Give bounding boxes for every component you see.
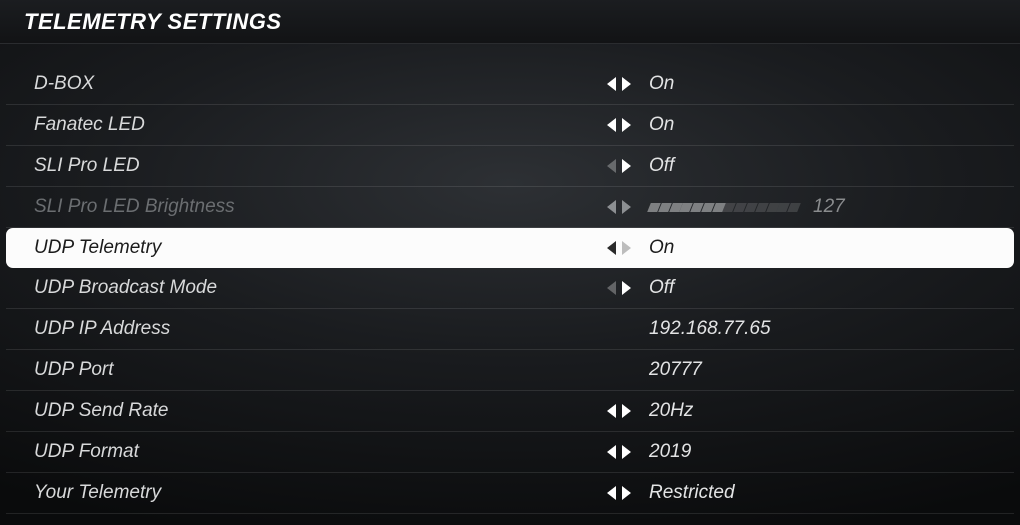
arrow-left-icon[interactable] [607, 281, 616, 295]
setting-label: SLI Pro LED [34, 155, 599, 177]
setting-row-udp-telemetry[interactable]: UDP Telemetry On [6, 228, 1014, 268]
setting-label: Fanatec LED [34, 114, 599, 136]
setting-label: UDP Format [34, 441, 599, 463]
arrow-left-icon[interactable] [607, 77, 616, 91]
arrow-left-icon[interactable] [607, 159, 616, 173]
setting-value: 2019 [639, 441, 996, 463]
value-stepper[interactable] [599, 281, 639, 295]
settings-panel: D-BOXOnFanatec LEDOnSLI Pro LEDOffSLI Pr… [6, 58, 1014, 514]
arrow-right-icon[interactable] [622, 200, 631, 214]
page-title: TELEMETRY SETTINGS [0, 0, 1020, 44]
value-stepper[interactable] [599, 200, 639, 214]
setting-row-udp-port[interactable]: UDP Port 20777 [6, 350, 1014, 391]
setting-row-udp-format[interactable]: UDP Format 2019 [6, 432, 1014, 473]
setting-value: On [639, 73, 996, 95]
arrow-left-icon[interactable] [607, 445, 616, 459]
arrow-right-icon[interactable] [622, 77, 631, 91]
arrow-left-icon[interactable] [607, 404, 616, 418]
setting-value: Off [639, 277, 996, 299]
arrow-left-icon[interactable] [607, 241, 616, 255]
setting-label: UDP Port [34, 359, 599, 381]
setting-row-d-box[interactable]: D-BOX On [6, 64, 1014, 105]
slider-value: 127 [813, 196, 845, 218]
slider-track[interactable] [649, 203, 799, 212]
setting-row-udp-ip[interactable]: UDP IP Address 192.168.77.65 [6, 309, 1014, 350]
setting-label: D-BOX [34, 73, 599, 95]
setting-label: SLI Pro LED Brightness [34, 196, 599, 218]
value-stepper[interactable] [599, 159, 639, 173]
arrow-right-icon[interactable] [622, 445, 631, 459]
setting-value: On [639, 237, 996, 259]
setting-label: UDP Broadcast Mode [34, 277, 599, 299]
setting-row-udp-send-rate[interactable]: UDP Send Rate 20Hz [6, 391, 1014, 432]
arrow-right-icon[interactable] [622, 281, 631, 295]
arrow-left-icon[interactable] [607, 486, 616, 500]
setting-label: UDP Telemetry [34, 237, 599, 259]
setting-row-sli-pro-bright[interactable]: SLI Pro LED Brightness 127 [6, 187, 1014, 228]
setting-value: 20777 [639, 359, 996, 381]
setting-label: Your Telemetry [34, 482, 599, 504]
setting-value: 192.168.77.65 [639, 318, 996, 340]
setting-value: On [639, 114, 996, 136]
arrow-right-icon[interactable] [622, 241, 631, 255]
setting-label: UDP IP Address [34, 318, 599, 340]
setting-value: 127 [639, 196, 996, 218]
value-stepper[interactable] [599, 118, 639, 132]
arrow-right-icon[interactable] [622, 404, 631, 418]
value-stepper[interactable] [599, 241, 639, 255]
arrow-right-icon[interactable] [622, 486, 631, 500]
arrow-left-icon[interactable] [607, 200, 616, 214]
value-stepper[interactable] [599, 404, 639, 418]
value-stepper[interactable] [599, 77, 639, 91]
setting-row-fanatec-led[interactable]: Fanatec LED On [6, 105, 1014, 146]
setting-row-your-telemetry[interactable]: Your Telemetry Restricted [6, 473, 1014, 514]
setting-value: Off [639, 155, 996, 177]
setting-value: Restricted [639, 482, 996, 504]
setting-value: 20Hz [639, 400, 996, 422]
setting-row-udp-broadcast[interactable]: UDP Broadcast Mode Off [6, 268, 1014, 309]
arrow-right-icon[interactable] [622, 159, 631, 173]
setting-row-sli-pro-led[interactable]: SLI Pro LED Off [6, 146, 1014, 187]
arrow-right-icon[interactable] [622, 118, 631, 132]
arrow-left-icon[interactable] [607, 118, 616, 132]
value-stepper[interactable] [599, 445, 639, 459]
value-stepper[interactable] [599, 486, 639, 500]
setting-label: UDP Send Rate [34, 400, 599, 422]
